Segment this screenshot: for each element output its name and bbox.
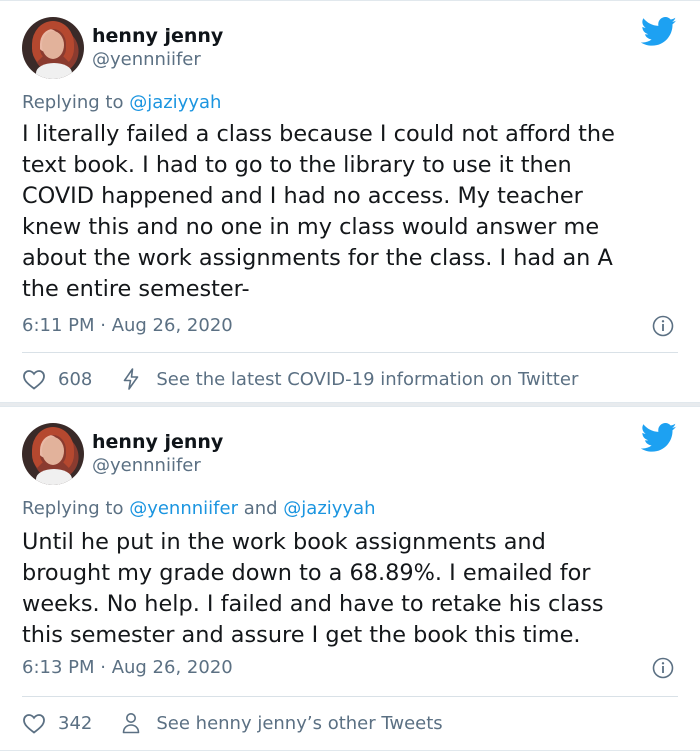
tweet-timestamp[interactable]: 6:11 PM · Aug 26, 2020 [22, 315, 233, 336]
avatar[interactable] [22, 17, 84, 79]
info-icon[interactable] [652, 315, 674, 337]
like-count: 342 [58, 712, 93, 734]
avatar[interactable] [22, 423, 84, 485]
avatar-face [42, 31, 64, 59]
avatar-shirt [36, 63, 72, 79]
reply-prefix: Replying to [22, 92, 130, 113]
action-text: See henny jenny’s other Tweets [156, 712, 443, 734]
author-name[interactable]: henny jenny [92, 431, 223, 453]
profile-tweets-link[interactable]: See henny jenny’s other Tweets [120, 711, 443, 735]
author-handle[interactable]: @yennniifer [92, 49, 201, 70]
reply-joiner: and [237, 498, 284, 519]
heart-icon [23, 714, 45, 734]
reply-mention-link[interactable]: @yennniifer [129, 498, 238, 519]
tweet-actions: 608 See the latest COVID-19 information … [22, 367, 578, 391]
divider [22, 352, 678, 353]
tweet-card: henny jenny @yennniifer Replying to @jaz… [0, 0, 700, 403]
reply-mention-link[interactable]: @jaziyyah [283, 498, 375, 519]
lightning-icon [124, 368, 139, 390]
action-text: See the latest COVID-19 information on T… [156, 368, 579, 390]
reply-mention-link[interactable]: @jaziyyah [129, 92, 221, 113]
tweet-text: Until he put in the work book assignment… [22, 529, 604, 648]
divider [22, 696, 678, 697]
like-button[interactable]: 608 [22, 368, 92, 390]
like-button[interactable]: 342 [22, 712, 92, 734]
twitter-bird-icon[interactable] [641, 423, 677, 453]
tweet-text: I literally failed a class because I cou… [22, 121, 615, 302]
tweet-actions: 342 See henny jenny’s other Tweets [22, 711, 443, 735]
reply-context: Replying to @jaziyyah [22, 92, 221, 113]
avatar-face [42, 437, 64, 465]
reply-context: Replying to @yennniifer and @jaziyyah [22, 498, 376, 519]
author-name[interactable]: henny jenny [92, 25, 223, 47]
author-handle[interactable]: @yennniifer [92, 455, 201, 476]
twitter-bird-icon[interactable] [641, 17, 677, 47]
covid-info-link[interactable]: See the latest COVID-19 information on T… [120, 367, 578, 391]
like-count: 608 [58, 368, 93, 390]
heart-icon [23, 370, 45, 390]
tweet-timestamp[interactable]: 6:13 PM · Aug 26, 2020 [22, 657, 233, 678]
info-icon[interactable] [652, 657, 674, 679]
avatar-shirt [36, 469, 72, 485]
reply-prefix: Replying to [22, 498, 130, 519]
tweet-card: henny jenny @yennniifer Replying to @yen… [0, 406, 700, 751]
user-icon [123, 713, 140, 734]
